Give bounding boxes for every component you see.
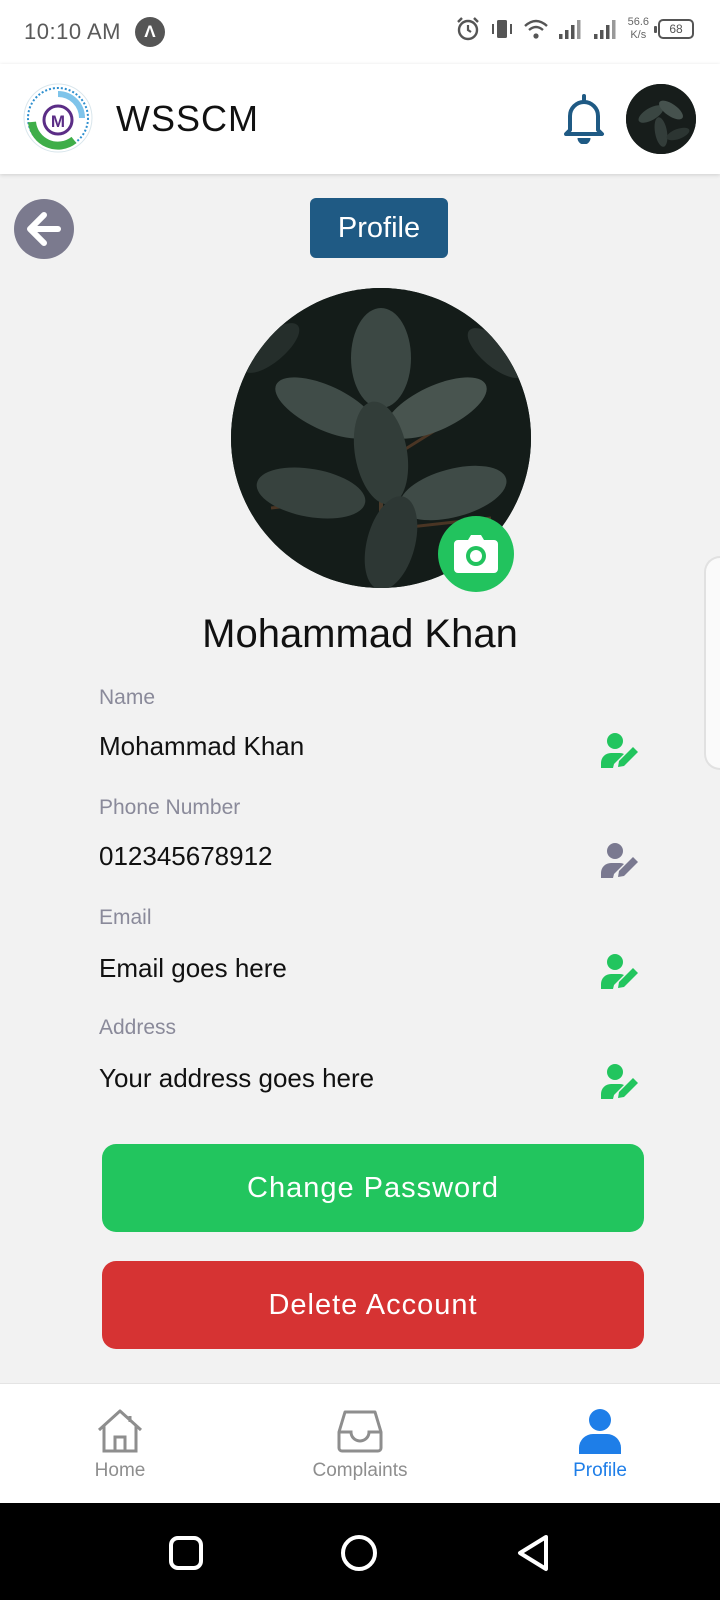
signal-icon	[558, 20, 581, 39]
address-value: Your address goes here	[99, 1063, 375, 1093]
nav-profile[interactable]: Profile	[500, 1384, 700, 1504]
alarm-icon	[456, 17, 479, 41]
email-value: Email goes here	[99, 953, 287, 983]
page-title: Profile	[310, 198, 448, 258]
edit-email-icon[interactable]	[600, 953, 642, 991]
net-speed: 56.6 K/s	[628, 16, 649, 42]
logo-letter: M	[51, 112, 65, 131]
signal-icon-2	[593, 20, 616, 39]
bottom-navigation: Home Complaints Profile	[0, 1383, 720, 1503]
status-bar: 10:10 AM Λ 56.6 K/s 68	[0, 0, 720, 64]
name-label: Name	[99, 686, 156, 709]
home-icon	[97, 1409, 143, 1453]
recent-apps-icon[interactable]	[166, 1533, 206, 1573]
vibrate-icon	[491, 20, 512, 38]
header-avatar[interactable]	[626, 84, 696, 154]
edit-phone-icon[interactable]	[600, 842, 642, 880]
net-speed-value: 56.6	[627, 16, 649, 28]
nav-home[interactable]: Home	[20, 1384, 220, 1504]
status-indicators: 56.6 K/s 68	[455, 16, 694, 42]
wsscm-logo: M	[23, 83, 93, 153]
delete-account-button[interactable]: Delete Account	[102, 1261, 644, 1349]
home-system-icon[interactable]	[338, 1533, 380, 1573]
camera-icon	[454, 535, 498, 573]
wifi-icon	[523, 19, 548, 39]
inbox-icon	[337, 1410, 383, 1453]
change-password-button[interactable]: Change Password	[102, 1144, 644, 1232]
user-icon	[579, 1409, 621, 1454]
net-speed-unit: K/s	[630, 29, 647, 41]
phone-label: Phone Number	[99, 796, 241, 819]
battery-indicator: 68	[654, 19, 694, 39]
nav-profile-label: Profile	[573, 1460, 627, 1481]
system-navigation-bar	[0, 1503, 720, 1600]
app-title: WSSCM	[116, 98, 259, 139]
leaf-photo-thumbnail	[626, 84, 696, 154]
nav-complaints-label: Complaints	[312, 1460, 408, 1481]
address-label: Address	[99, 1016, 177, 1039]
nav-home-label: Home	[94, 1460, 146, 1481]
edit-name-icon[interactable]	[600, 732, 642, 770]
back-system-icon[interactable]	[514, 1533, 554, 1573]
side-drawer-handle[interactable]	[704, 556, 720, 770]
app-header: M WSSCM	[0, 64, 720, 174]
edit-address-icon[interactable]	[600, 1063, 642, 1101]
status-time: 10:10 AM	[24, 19, 121, 44]
phone-value: 012345678912	[99, 841, 273, 871]
profile-display-name: Mohammad Khan	[202, 612, 518, 656]
notification-bell-icon[interactable]	[560, 92, 608, 144]
change-photo-button[interactable]	[438, 516, 514, 592]
back-button[interactable]	[14, 199, 74, 259]
name-value: Mohammad Khan	[99, 731, 305, 761]
nav-complaints[interactable]: Complaints	[260, 1384, 460, 1504]
email-label: Email	[99, 906, 152, 929]
arrow-left-icon	[27, 212, 61, 246]
app-notification-icon: Λ	[134, 17, 165, 47]
